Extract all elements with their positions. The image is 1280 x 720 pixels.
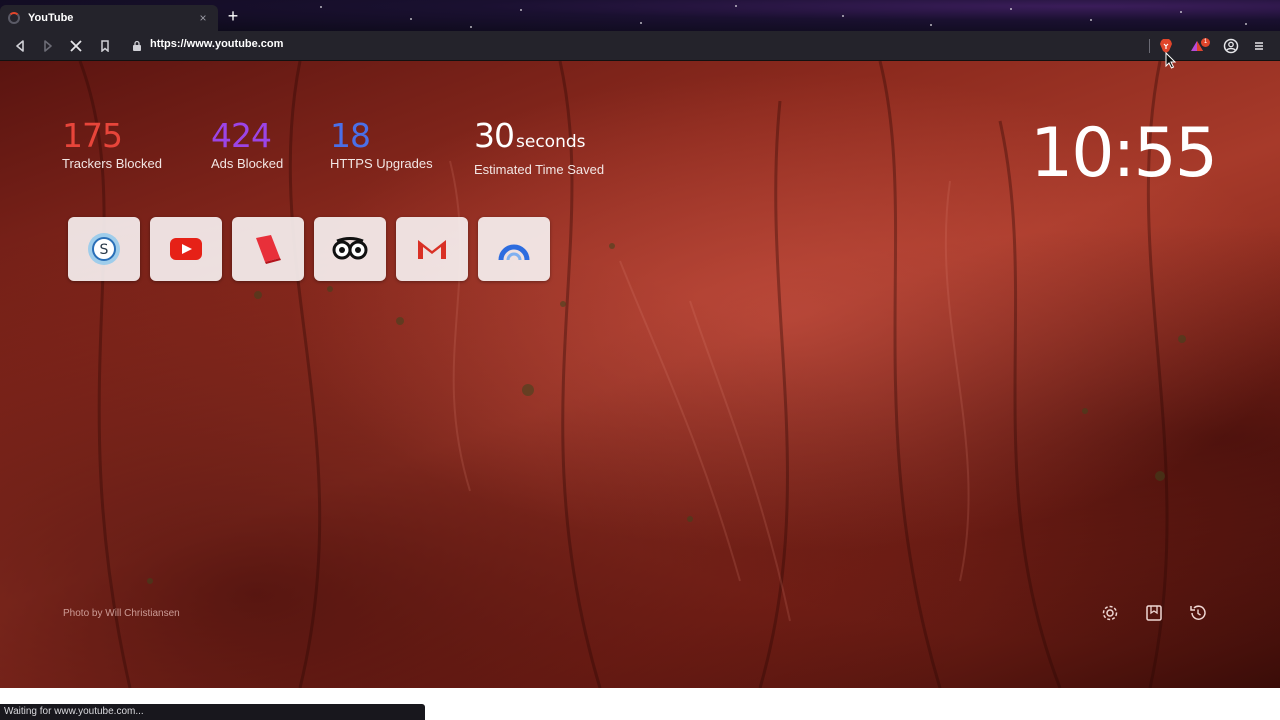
stop-button[interactable]	[67, 37, 85, 55]
rewards-badge: 1	[1201, 38, 1210, 47]
ntp-action-bar	[1100, 603, 1208, 623]
history-button[interactable]	[1188, 603, 1208, 623]
new-tab-page: 175 Trackers Blocked 424 Ads Blocked 18 …	[0, 61, 1280, 688]
bookmark-icon	[101, 40, 109, 52]
bookmarks-icon	[1146, 605, 1162, 621]
stat-ads-blocked: 424 Ads Blocked	[211, 116, 284, 172]
gmail-icon	[418, 240, 446, 259]
tab-close-button[interactable]: ×	[196, 11, 210, 25]
account-circle-icon	[1223, 38, 1239, 54]
settings-button[interactable]	[1100, 603, 1120, 623]
tab-youtube[interactable]: YouTube ×	[0, 5, 218, 31]
bookmark-button[interactable]	[96, 37, 114, 55]
time-saved-label: Estimated Time Saved	[474, 162, 605, 177]
red-book-icon	[256, 235, 281, 264]
toolbar-divider	[1149, 39, 1150, 53]
skype-style-icon: S	[88, 233, 120, 265]
top-sites: S	[68, 217, 550, 281]
tab-strip: YouTube × +	[0, 0, 1280, 31]
menu-button[interactable]	[1250, 37, 1268, 55]
youtube-icon	[170, 238, 202, 260]
time-saved-row: 30 seconds	[474, 118, 604, 160]
blue-arc-icon	[498, 244, 530, 261]
back-button[interactable]	[11, 37, 29, 55]
hamburger-menu-icon	[1255, 42, 1263, 50]
top-site-tile[interactable]	[478, 217, 550, 281]
trackers-blocked-label: Trackers Blocked	[62, 156, 162, 171]
svg-text:S: S	[100, 242, 109, 258]
top-site-tile[interactable]: S	[68, 217, 140, 281]
bookmarks-button[interactable]	[1144, 603, 1164, 623]
gear-icon	[1102, 605, 1118, 621]
top-site-tile[interactable]	[150, 217, 222, 281]
photo-credit: Photo by Will Christiansen	[63, 608, 180, 619]
loading-spinner-icon	[8, 12, 20, 24]
trackers-blocked-count: 175	[62, 116, 123, 155]
address-bar[interactable]: https://www.youtube.com	[150, 38, 283, 50]
top-site-tile[interactable]	[396, 217, 468, 281]
status-bar: Waiting for www.youtube.com...	[0, 704, 425, 720]
forward-button[interactable]	[39, 37, 57, 55]
ads-blocked-count: 424	[211, 116, 272, 155]
lock-icon	[133, 40, 141, 51]
new-tab-button[interactable]: +	[224, 7, 242, 26]
stat-https-upgrades: 18 HTTPS Upgrades	[330, 116, 433, 172]
forward-arrow-icon	[44, 40, 52, 52]
profile-button[interactable]	[1222, 37, 1240, 55]
close-icon	[70, 40, 82, 52]
history-icon	[1190, 605, 1206, 620]
time-saved-count: 30	[474, 116, 515, 155]
https-upgrades-label: HTTPS Upgrades	[330, 156, 433, 171]
browser-toolbar: https://www.youtube.com 1	[0, 31, 1280, 61]
tripadvisor-icon	[332, 237, 368, 260]
https-upgrades-count: 18	[330, 116, 371, 155]
ads-blocked-label: Ads Blocked	[211, 156, 284, 171]
tab-title: YouTube	[28, 12, 74, 24]
time-saved-unit: seconds	[516, 132, 586, 152]
clock: 10:55	[1030, 114, 1218, 193]
stat-trackers-blocked: 175 Trackers Blocked	[62, 116, 162, 172]
top-site-tile[interactable]	[232, 217, 304, 281]
stat-time-saved: 30 seconds Estimated Time Saved	[474, 118, 605, 178]
top-site-tile[interactable]	[314, 217, 386, 281]
back-arrow-icon	[16, 40, 24, 52]
mouse-cursor-icon	[1165, 52, 1177, 69]
